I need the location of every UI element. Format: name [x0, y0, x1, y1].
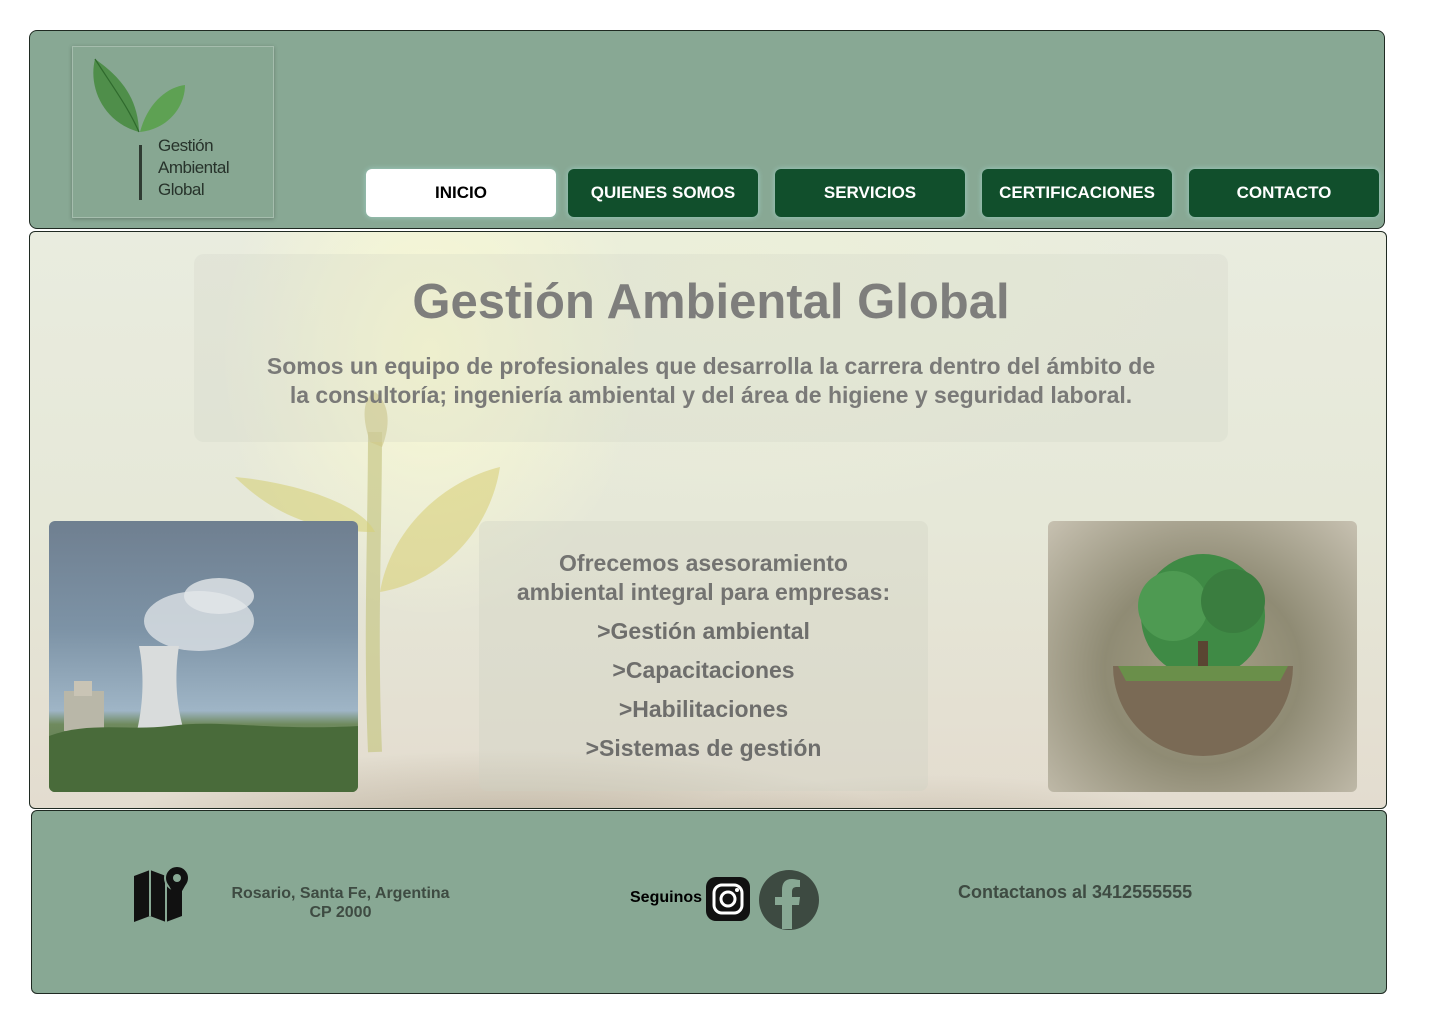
power-plant-image: [49, 578, 358, 792]
follow-label: Seguinos: [630, 889, 703, 906]
instagram-icon[interactable]: [705, 876, 751, 922]
address-line-2: CP 2000: [309, 904, 372, 921]
service-item: >Gestión ambiental: [597, 618, 810, 644]
intro-panel: Gestión Ambiental Global Somos un equipo…: [194, 254, 1228, 442]
globe-tree-photo: [1048, 521, 1357, 792]
nav-servicios-button[interactable]: SERVICIOS: [775, 169, 965, 217]
factory-photo: [49, 521, 358, 792]
intro-line-2: la consultoría; ingeniería ambiental y d…: [289, 382, 1133, 408]
logo-line-3: Global: [158, 180, 205, 199]
facebook-icon[interactable]: [758, 869, 820, 931]
services-intro-line-1: Ofrecemos asesoramiento: [559, 550, 848, 576]
service-item: >Sistemas de gestión: [585, 735, 822, 761]
tree-globe-image: [1113, 554, 1293, 756]
contact-phone[interactable]: Contactanos al 3412555555: [958, 882, 1192, 903]
address: Rosario, Santa Fe, Argentina CP 2000: [218, 884, 463, 922]
services-intro: Ofrecemos asesoramiento ambiental integr…: [479, 549, 928, 607]
page-title: Gestión Ambiental Global: [412, 275, 1010, 329]
nav-certificaciones-button[interactable]: CERTIFICACIONES: [982, 169, 1172, 217]
logo[interactable]: Gestión Ambiental Global: [72, 46, 274, 218]
map-pin-icon[interactable]: [132, 864, 190, 926]
logo-line-1: Gestión: [158, 136, 214, 155]
logo-divider: [139, 145, 142, 200]
services-panel: Ofrecemos asesoramiento ambiental integr…: [479, 521, 928, 791]
site-header: Gestión Ambiental Global INICIO QUIENES …: [29, 30, 1385, 229]
intro-text: Somos un equipo de profesionales que des…: [224, 352, 1198, 410]
service-item: >Capacitaciones: [612, 657, 795, 683]
service-item: >Habilitaciones: [618, 696, 789, 722]
address-line-1: Rosario, Santa Fe, Argentina: [231, 885, 450, 902]
site-footer: Rosario, Santa Fe, Argentina CP 2000 Seg…: [31, 810, 1387, 994]
intro-line-1: Somos un equipo de profesionales que des…: [266, 353, 1156, 379]
nav-inicio-button[interactable]: INICIO: [366, 169, 556, 217]
logo-line-2: Ambiental: [158, 158, 230, 177]
nav-quienes-somos-button[interactable]: QUIENES SOMOS: [568, 169, 758, 217]
logo-text: Gestión Ambiental Global: [158, 135, 230, 201]
nav-contacto-button[interactable]: CONTACTO: [1189, 169, 1379, 217]
hero-section: Gestión Ambiental Global Somos un equipo…: [29, 231, 1387, 809]
services-intro-line-2: ambiental integral para empresas:: [516, 579, 891, 605]
